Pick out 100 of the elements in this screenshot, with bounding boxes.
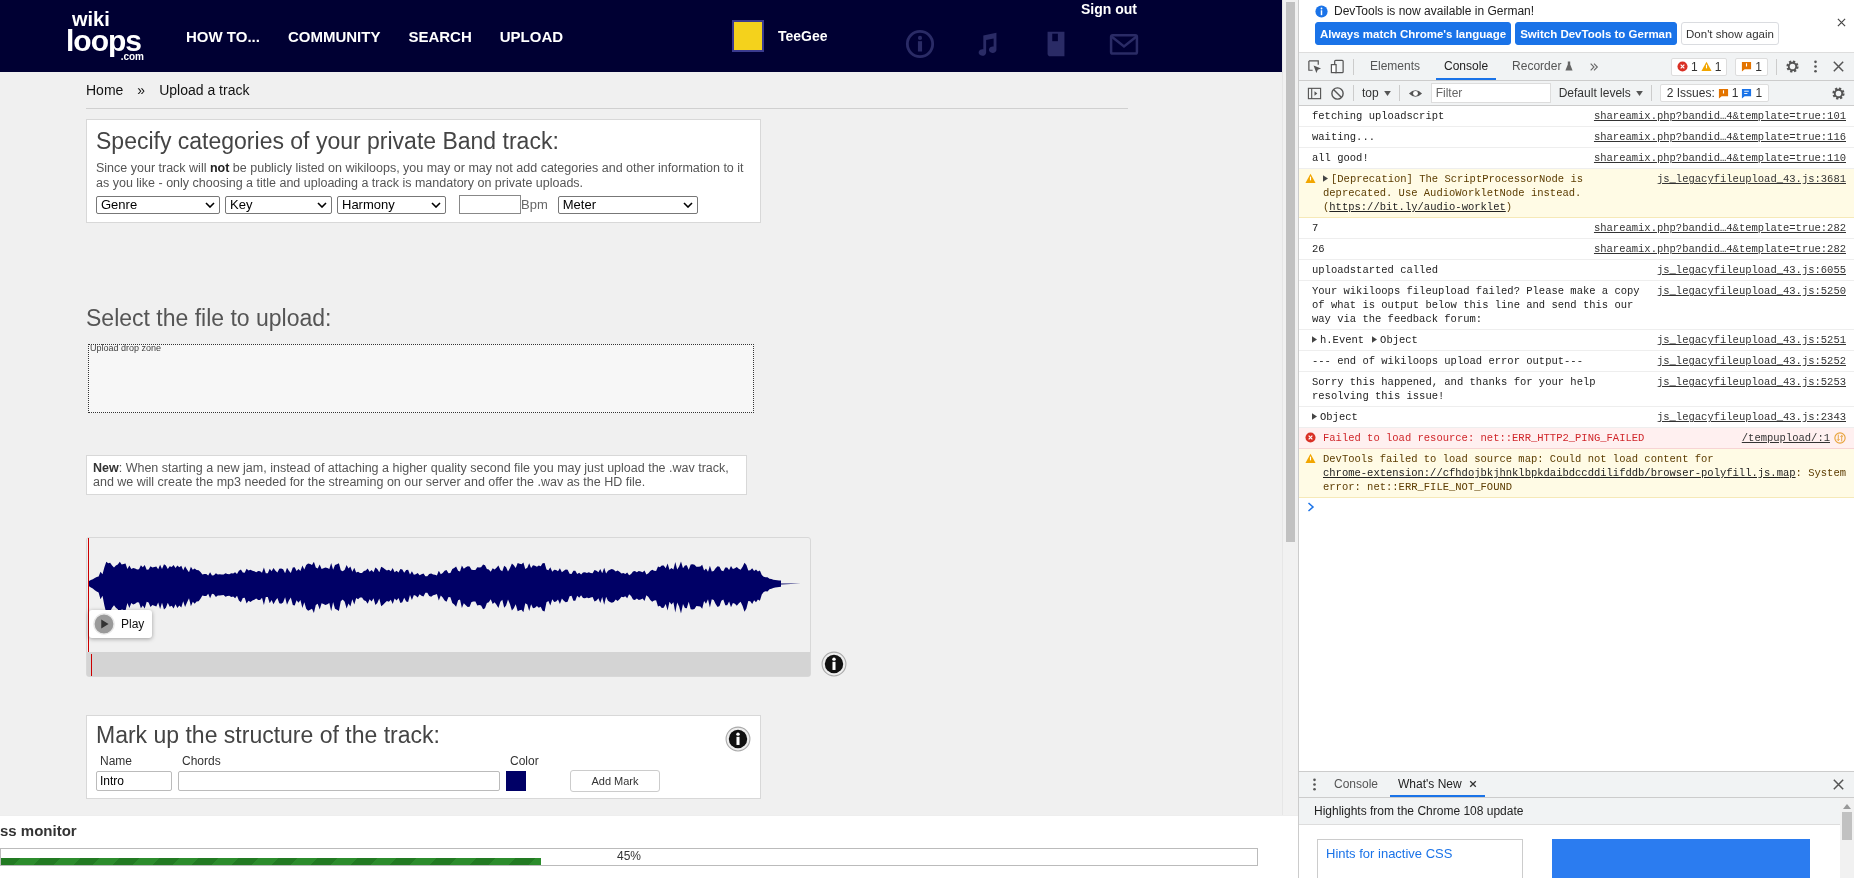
console-message: fetching uploadscript	[1312, 109, 1446, 123]
source-link[interactable]: js_legacyfileupload_43.js:5253	[1656, 375, 1846, 389]
site-logo[interactable]: wiki loops .com	[66, 10, 148, 62]
source-link[interactable]: js_legacyfileupload_43.js:2343	[1656, 410, 1846, 424]
bpm-input-field[interactable]	[459, 195, 521, 214]
feature-link[interactable]: Hints for inactive CSS	[1326, 846, 1453, 861]
breadcrumb-item: Upload a track	[159, 82, 250, 98]
drop-zone-label: Upload drop zone	[90, 343, 162, 353]
play-button[interactable]: Play	[89, 610, 153, 638]
clear-console-icon[interactable]	[1330, 85, 1345, 101]
devtools-tab[interactable]: Elements	[1362, 53, 1429, 80]
warning-count: 1	[1714, 59, 1722, 74]
source-link[interactable]: js_legacyfileupload_43.js:5250	[1656, 284, 1846, 298]
dropdown[interactable]: Key	[225, 195, 332, 214]
section-title: Select the file to upload:	[86, 305, 333, 332]
settings-icon[interactable]	[1785, 59, 1800, 74]
chevron-down-icon	[205, 201, 215, 208]
nav-link[interactable]: HOW TO...	[186, 27, 260, 45]
section-title: Specify categories of your private Band track:	[96, 128, 560, 155]
nav-link[interactable]: UPLOAD	[499, 27, 564, 45]
flask-icon	[1565, 60, 1574, 71]
close-icon[interactable]	[1831, 59, 1846, 74]
name-input-field[interactable]: Intro	[96, 771, 172, 791]
banner-button[interactable]: Always match Chrome's language	[1315, 22, 1512, 45]
scrollbar[interactable]	[1840, 798, 1854, 878]
banner-button[interactable]: Don't show again	[1681, 22, 1779, 45]
close-icon[interactable]	[1831, 777, 1846, 792]
device-toolbar-icon[interactable]	[1330, 59, 1345, 74]
sidebar-toggle-icon[interactable]	[1307, 85, 1322, 101]
sign-out-link[interactable]: Sign out	[1081, 1, 1137, 17]
source-link[interactable]: shareamix.php?bandid…4&template=true:282	[1593, 221, 1846, 235]
close-icon[interactable]	[1468, 779, 1477, 788]
drawer-tab[interactable]: Console	[1326, 772, 1387, 797]
banner-message: DevTools is now available in German!	[1334, 4, 1536, 18]
username-link[interactable]: TeeGee	[778, 28, 828, 44]
avatar-placeholder[interactable]	[732, 20, 764, 52]
info-icon	[1315, 4, 1328, 18]
settings-icon[interactable]	[1831, 85, 1846, 101]
source-link[interactable]: js_legacyfileupload_43.js:5251	[1656, 333, 1846, 347]
chords-input-field[interactable]	[178, 771, 500, 791]
source-link[interactable]: shareamix.php?bandid…4&template=true:110	[1593, 151, 1846, 165]
nav-link[interactable]: COMMUNITY	[287, 27, 381, 45]
position-marker	[91, 654, 92, 676]
context-dropdown[interactable]: top	[1362, 86, 1391, 100]
inspect-icon[interactable]	[1307, 59, 1322, 74]
console-message: all good!	[1312, 151, 1370, 165]
console-link[interactable]: chrome-extension://cfhdojbkjhnklbpkdaibdccddilifddb/browser-polyfill.js.map	[1323, 467, 1796, 479]
prompt-chevron-icon[interactable]	[1307, 502, 1315, 512]
source-link[interactable]: js_legacyfileupload_43.js:5252	[1656, 354, 1846, 368]
source-link[interactable]: shareamix.php?bandid…4&template=true:101	[1593, 109, 1846, 123]
source-link[interactable]: js_legacyfileupload_43.js:3681	[1656, 172, 1846, 186]
section-title: Mark up the structure of the track:	[96, 722, 440, 749]
expand-triangle-icon[interactable]	[1312, 336, 1317, 343]
column-label: Color	[509, 754, 540, 768]
console-message: uploadstarted called	[1312, 263, 1440, 277]
info-icon[interactable]	[725, 726, 751, 752]
close-icon[interactable]	[1837, 17, 1846, 27]
scrollbar-thumb[interactable]	[1842, 812, 1852, 840]
banner-button[interactable]: Switch DevTools to German	[1515, 22, 1678, 45]
console-message: [Deprecation] The ScriptProcessorNode is deprecated. Use AudioWorkletNode instead. (https://bit.ly/audio-worklet)	[1323, 172, 1585, 214]
source-link[interactable]: shareamix.php?bandid…4&template=true:282	[1593, 242, 1846, 256]
color-swatch[interactable]	[506, 771, 526, 791]
dropdown[interactable]: Harmony	[337, 195, 446, 214]
error-warning-counter[interactable]: 1 1	[1670, 57, 1728, 76]
feature-card[interactable]: Hints for inactive CSS	[1317, 839, 1523, 878]
filter-input-field[interactable]: Filter	[1430, 83, 1551, 103]
devtools-tab[interactable]: Recorder	[1504, 53, 1582, 80]
dropdown[interactable]: Genre	[96, 195, 220, 214]
warning-icon	[1305, 453, 1316, 464]
issues-counter[interactable]: 1	[1735, 57, 1768, 76]
scrollbar-thumb[interactable]	[1286, 2, 1295, 542]
console-link[interactable]: https://bit.ly/audio-worklet	[1329, 201, 1506, 213]
error-icon	[1676, 61, 1688, 72]
chevron-down-icon	[317, 201, 327, 208]
error-icon	[1305, 432, 1316, 443]
message-icon	[1741, 87, 1753, 99]
issues-button[interactable]: 2 Issues: 1 1	[1659, 84, 1770, 102]
expand-triangle-icon[interactable]	[1372, 336, 1378, 343]
chevron-down-icon	[682, 201, 693, 208]
console-message: Sorry this happened, and thanks for your help resolving this issue!	[1312, 375, 1597, 403]
breadcrumb-item[interactable]: Home	[86, 82, 124, 98]
chevron-down-icon	[431, 201, 441, 208]
expand-triangle-icon[interactable]	[1312, 413, 1317, 420]
source-link[interactable]: /tempupload/:1	[1741, 431, 1830, 445]
caret-icon	[1635, 90, 1643, 96]
more-tabs-icon[interactable]	[1589, 61, 1600, 72]
source-link[interactable]: shareamix.php?bandid…4&template=true:116	[1593, 130, 1846, 144]
description-text: Since your track will not be publicly listed on wikiloops, you may or may not add categories and other information to it as you like - only choosing a title and uploading a track is mandatory on private uploads.	[96, 161, 745, 191]
console-message: --- end of wikiloops upload error output---	[1312, 354, 1584, 368]
scrollbar[interactable]	[1282, 0, 1298, 815]
dropdown[interactable]: Meter	[557, 195, 698, 214]
nav-link[interactable]: SEARCH	[408, 27, 472, 45]
caret-icon	[1383, 90, 1391, 96]
expand-triangle-icon[interactable]	[1323, 175, 1328, 182]
info-icon[interactable]	[821, 651, 847, 677]
whats-new-heading: Highlights from the Chrome 108 update	[1299, 798, 1840, 825]
source-link[interactable]: js_legacyfileupload_43.js:6055	[1656, 263, 1846, 277]
upload-drop-zone[interactable]: Upload drop zone	[88, 344, 754, 413]
add-mark-button[interactable]: Add Mark	[570, 770, 660, 792]
log-levels-dropdown[interactable]: Default levels	[1558, 86, 1643, 100]
